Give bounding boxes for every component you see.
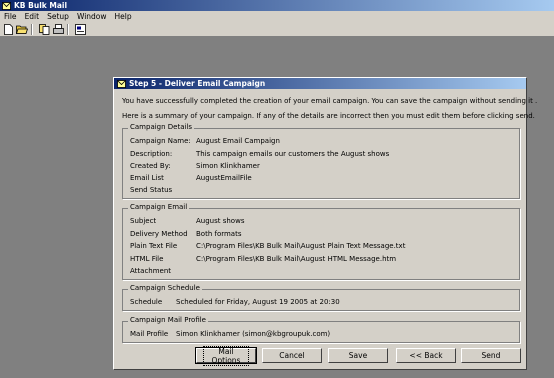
created-by-value: Simon Klinkhamer bbox=[196, 162, 260, 170]
menu-bar: File Edit Setup Window Help bbox=[0, 11, 554, 22]
email-list-value: AugustEmailFile bbox=[196, 174, 252, 182]
print-icon[interactable] bbox=[52, 23, 64, 35]
subject-value: August shows bbox=[196, 217, 245, 225]
mail-options-button-label: Mail Options bbox=[203, 345, 249, 366]
campaign-mail-profile-group: Campaign Mail Profile Mail Profile Simon… bbox=[122, 316, 520, 343]
group-legend: Campaign Mail Profile bbox=[128, 316, 208, 324]
app-title: KB Bulk Mail bbox=[14, 1, 68, 10]
campaign-details-group: Campaign Details Campaign Name: August E… bbox=[122, 123, 520, 199]
mail-icon bbox=[2, 1, 11, 10]
menu-window[interactable]: Window bbox=[73, 12, 111, 21]
app-title-bar[interactable]: KB Bulk Mail bbox=[0, 0, 554, 11]
campaign-email-group: Campaign Email Subject August shows Deli… bbox=[122, 203, 520, 280]
created-by-label: Created By: bbox=[130, 162, 171, 170]
plain-text-file-value: C:\Program Files\KB Bulk Mail\August Pla… bbox=[196, 242, 406, 250]
cancel-button[interactable]: Cancel bbox=[262, 348, 322, 363]
delivery-method-label: Delivery Method bbox=[130, 230, 188, 238]
dialog-title-bar[interactable]: Step 5 - Deliver Email Campaign bbox=[114, 78, 526, 89]
send-status-label: Send Status bbox=[130, 186, 173, 194]
mail-options-button[interactable]: Mail Options bbox=[195, 345, 257, 366]
deliver-campaign-dialog: Step 5 - Deliver Email Campaign You have… bbox=[113, 77, 537, 370]
description-value: This campaign emails our customers the A… bbox=[196, 150, 390, 158]
open-icon[interactable] bbox=[16, 23, 28, 35]
send-button[interactable]: Send bbox=[461, 348, 521, 363]
schedule-label: Schedule bbox=[130, 298, 163, 306]
html-file-label: HTML File bbox=[130, 255, 164, 263]
group-legend: Campaign Schedule bbox=[128, 284, 202, 292]
properties-icon[interactable] bbox=[74, 23, 86, 35]
intro-text-1: You have successfully completed the crea… bbox=[122, 97, 538, 105]
group-legend: Campaign Email bbox=[128, 203, 190, 211]
mail-profile-label: Mail Profile bbox=[130, 330, 169, 338]
mail-profile-value: Simon Klinkhamer (simon@kbgroupuk.com) bbox=[176, 330, 331, 338]
menu-file[interactable]: File bbox=[0, 12, 21, 21]
intro-text-2: Here is a summary of your campaign. If a… bbox=[122, 112, 535, 120]
campaign-schedule-group: Campaign Schedule Schedule Scheduled for… bbox=[122, 284, 520, 311]
menu-setup[interactable]: Setup bbox=[43, 12, 73, 21]
copy-icon[interactable] bbox=[38, 23, 50, 35]
back-button[interactable]: << Back bbox=[396, 348, 456, 363]
email-list-label: Email List bbox=[130, 174, 164, 182]
menu-help[interactable]: Help bbox=[111, 12, 136, 21]
plain-text-file-label: Plain Text File bbox=[130, 242, 178, 250]
menu-edit[interactable]: Edit bbox=[21, 12, 44, 21]
toolbar bbox=[0, 22, 554, 37]
html-file-value: C:\Program Files\KB Bulk Mail\August HTM… bbox=[196, 255, 397, 263]
group-legend: Campaign Details bbox=[128, 123, 195, 131]
toolbar-separator bbox=[31, 23, 33, 35]
dialog-title: Step 5 - Deliver Email Campaign bbox=[129, 79, 266, 88]
new-icon[interactable] bbox=[2, 23, 14, 35]
save-button[interactable]: Save bbox=[328, 348, 388, 363]
attachment-label: Attachment bbox=[130, 267, 172, 275]
schedule-value: Scheduled for Friday, August 19 2005 at … bbox=[176, 298, 340, 306]
mail-icon bbox=[117, 79, 126, 88]
description-label: Description: bbox=[130, 150, 173, 158]
delivery-method-value: Both formats bbox=[196, 230, 242, 238]
toolbar-separator bbox=[67, 23, 69, 35]
subject-label: Subject bbox=[130, 217, 157, 225]
campaign-name-value: August Email Campaign bbox=[196, 137, 280, 145]
campaign-name-label: Campaign Name: bbox=[130, 137, 191, 145]
